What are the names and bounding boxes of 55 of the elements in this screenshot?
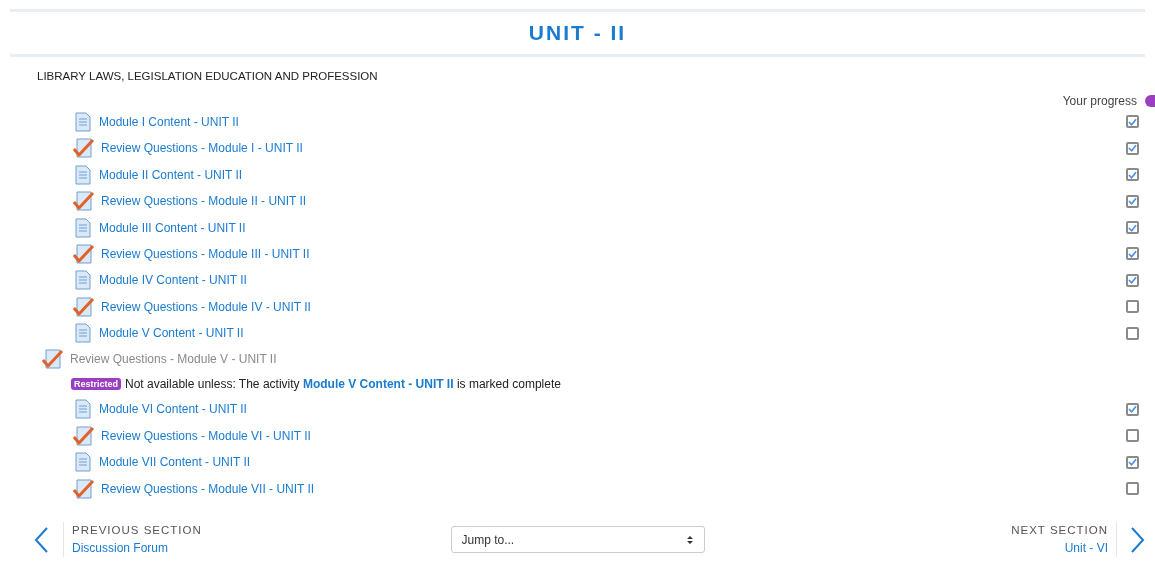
document-icon: [73, 270, 93, 291]
jump-to-select[interactable]: Jump to...: [450, 526, 705, 554]
chevron-right-icon[interactable]: [1129, 526, 1145, 553]
activity-link[interactable]: Review Questions - Module II - UNIT II: [101, 192, 307, 211]
activity-link[interactable]: Module II Content - UNIT II: [99, 165, 243, 184]
checked-sheet-icon: [73, 137, 95, 160]
activity-name: Review Questions - Module V - UNIT II: [70, 351, 277, 369]
previous-section-link[interactable]: Discussion Forum: [72, 539, 202, 558]
activity-link[interactable]: Module V Content - UNIT II: [99, 324, 244, 343]
next-section-label: NEXT SECTION: [1011, 523, 1108, 539]
chevron-left-icon[interactable]: [34, 526, 50, 553]
completion-checkbox[interactable]: [1126, 300, 1139, 314]
activity-link[interactable]: Module I Content - UNIT II: [99, 112, 239, 131]
document-icon: [73, 217, 93, 238]
checked-sheet-icon: [73, 295, 95, 318]
completion-checkbox[interactable]: [1126, 168, 1139, 182]
document-icon: [73, 399, 93, 420]
completion-checkbox[interactable]: [1126, 482, 1139, 496]
restricted-badge: Restricted: [71, 378, 121, 391]
activity-link[interactable]: Review Questions - Module VI - UNIT II: [101, 426, 311, 445]
completion-checkbox[interactable]: [1126, 402, 1139, 416]
completion-checkbox[interactable]: [1126, 115, 1139, 129]
document-icon: [73, 452, 93, 473]
completion-checkbox[interactable]: [1126, 221, 1139, 234]
checked-sheet-icon: [42, 348, 64, 371]
completion-checkbox[interactable]: [1126, 273, 1139, 287]
activity-link[interactable]: Review Questions - Module IV - UNIT II: [101, 297, 311, 316]
document-icon: [73, 111, 93, 132]
completion-checkbox[interactable]: [1126, 247, 1139, 261]
activity-link[interactable]: Module V Content - UNIT II: [302, 377, 454, 392]
checked-sheet-icon: [73, 424, 95, 447]
sort-arrows-icon: [685, 534, 694, 545]
next-section-link[interactable]: Unit - VI: [1064, 539, 1108, 558]
completion-checkbox[interactable]: [1126, 326, 1139, 340]
completion-checkbox[interactable]: [1126, 429, 1139, 443]
activity-link[interactable]: Module III Content - UNIT II: [99, 218, 246, 237]
activity-link[interactable]: Review Questions - Module III - UNIT II: [101, 244, 310, 263]
activity-link[interactable]: Module IV Content - UNIT II: [99, 271, 247, 290]
activity-link[interactable]: Module VI Content - UNIT II: [99, 400, 247, 419]
activity-link[interactable]: Module VII Content - UNIT II: [99, 453, 251, 472]
activity-link[interactable]: Review Questions - Module I - UNIT II: [101, 139, 303, 158]
completion-checkbox[interactable]: [1126, 455, 1139, 469]
completion-checkbox[interactable]: [1126, 194, 1139, 208]
checked-sheet-icon: [73, 477, 95, 500]
document-icon: [73, 323, 93, 344]
document-icon: [73, 164, 93, 185]
checked-sheet-icon: [73, 190, 95, 213]
previous-section-label: PREVIOUS SECTION: [72, 523, 202, 539]
restriction-text: Not available unless: The activity Module V Content - UNIT II is marked complete: [125, 376, 561, 394]
checked-sheet-icon: [73, 242, 95, 265]
section-summary: LIBRARY LAWS, LEGISLATION EDUCATION AND PROFESSION: [37, 69, 378, 82]
section-title: UNIT - II: [528, 20, 627, 46]
activity-link[interactable]: Review Questions - Module VII - UNIT II: [101, 479, 315, 498]
progress-label: Your progress: [1062, 92, 1137, 110]
completion-checkbox[interactable]: [1126, 141, 1139, 155]
